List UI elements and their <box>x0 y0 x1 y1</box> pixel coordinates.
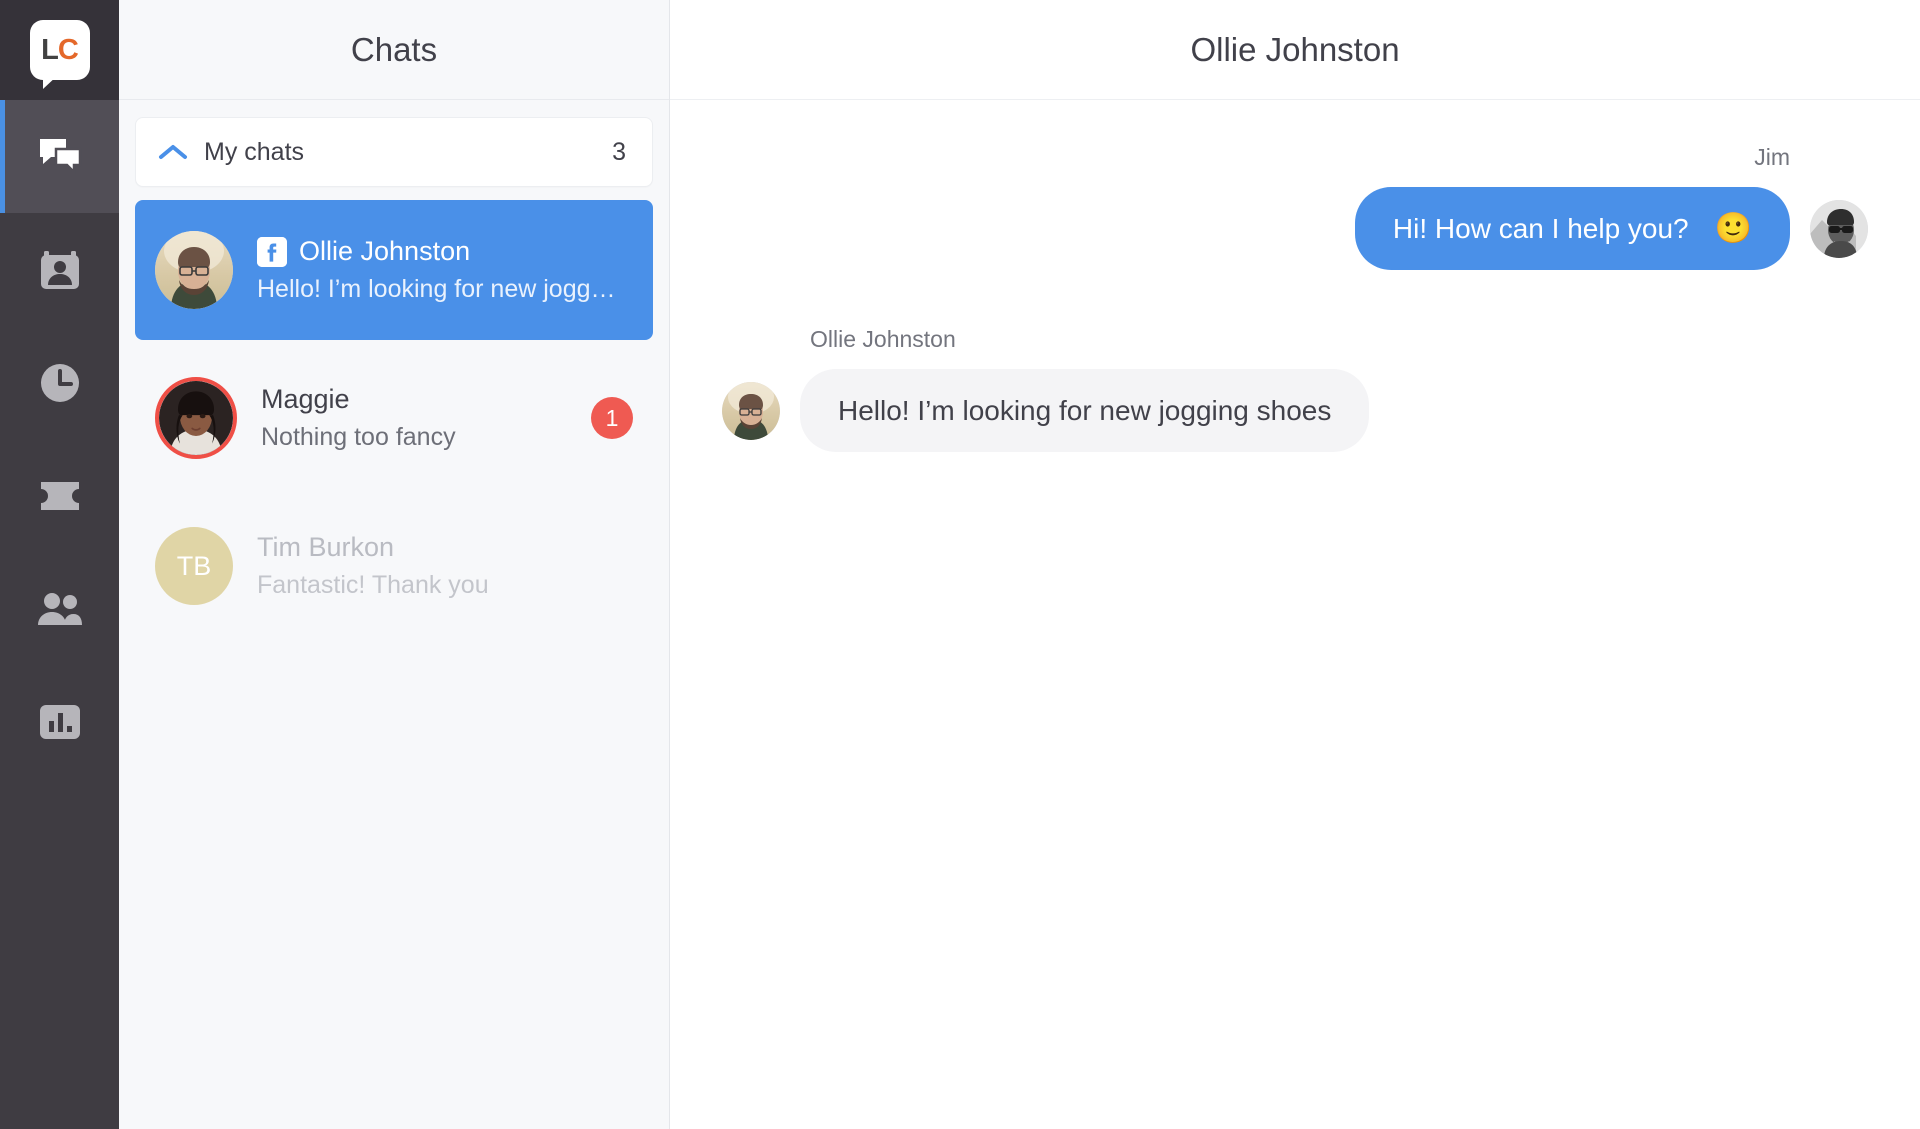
chat-item-name: Ollie Johnston <box>299 236 471 266</box>
logo-speech-bubble-icon: LC <box>29 20 90 89</box>
primary-nav-rail: LC <box>0 0 119 1129</box>
facebook-icon <box>257 236 287 267</box>
chat-item-name: Tim Burkon <box>257 532 395 562</box>
avatar-initials: TB <box>176 550 212 581</box>
message-author: Jim <box>1754 144 1790 170</box>
chats-icon <box>38 137 82 177</box>
message-line: Hi! How can I help you? 🙂 <box>1354 187 1868 270</box>
sidebar-item-chats[interactable] <box>0 100 119 213</box>
my-chats-label: My chats <box>204 137 305 166</box>
avatar <box>722 381 780 440</box>
logo-letter-l: L <box>41 33 59 66</box>
message-list: Jim Hi! How can I help you? 🙂 Ollie John… <box>670 100 1920 1129</box>
app-root: LC Chats My chats 3 Ollie Johnston Hello… <box>0 0 1920 1129</box>
avatar-photo-ollie <box>155 231 233 309</box>
avatar <box>1810 199 1868 258</box>
smiley-emoji-icon: 🙂 <box>1714 211 1752 245</box>
sidebar-item-archives[interactable] <box>0 213 119 326</box>
message-bubble-outgoing[interactable]: Hi! How can I help you? 🙂 <box>1354 187 1790 270</box>
my-chats-group-header[interactable]: My chats 3 <box>135 117 653 187</box>
chat-list-body: My chats 3 Ollie Johnston Hello! I’m loo… <box>119 100 669 1129</box>
unread-badge: 1 <box>591 397 633 439</box>
avatar: TB <box>155 527 233 605</box>
my-chats-count: 3 <box>612 137 626 166</box>
chat-list-item-maggie[interactable]: Maggie Nothing too fancy 1 <box>135 348 653 488</box>
ticket-icon <box>38 479 82 513</box>
sidebar-item-reports[interactable] <box>0 665 119 778</box>
archives-contact-card-icon <box>39 249 81 291</box>
chat-item-preview: Hello! I’m looking for new jogg… <box>257 275 616 303</box>
message-text: Hi! How can I help you? <box>1392 213 1689 244</box>
chat-list: Ollie Johnston Hello! I’m looking for ne… <box>119 200 669 636</box>
page-title: Chats <box>350 30 438 68</box>
avatar-photo-ollie <box>722 381 780 440</box>
chat-item-preview: Fantastic! Thank you <box>257 571 489 599</box>
chat-list-item-tim-burkon[interactable]: TB Tim Burkon Fantastic! Thank you <box>135 496 653 636</box>
chat-item-texts: Maggie Nothing too fancy <box>261 384 579 452</box>
conversation-header: Ollie Johnston <box>670 0 1920 100</box>
message-text: Hello! I’m looking for new jogging shoes <box>838 395 1332 426</box>
message-line: Hello! I’m looking for new jogging shoes <box>722 369 1370 452</box>
chat-list-panel: Chats My chats 3 Ollie Johnston Hello! I… <box>119 0 670 1129</box>
chat-list-item-ollie-johnston[interactable]: Ollie Johnston Hello! I’m looking for ne… <box>135 200 653 340</box>
chat-item-name-line: Ollie Johnston <box>257 236 633 267</box>
clock-history-icon <box>39 362 81 404</box>
message-bubble-incoming[interactable]: Hello! I’m looking for new jogging shoes <box>800 369 1370 452</box>
chat-item-name: Maggie <box>261 384 350 414</box>
team-people-icon <box>37 592 83 626</box>
avatar <box>155 377 237 459</box>
sidebar-item-team[interactable] <box>0 552 119 665</box>
avatar-photo-jim <box>1810 199 1868 258</box>
message-author: Ollie Johnston <box>810 326 956 352</box>
sidebar-item-tickets[interactable] <box>0 439 119 552</box>
avatar <box>155 231 233 309</box>
chat-item-texts: Ollie Johnston Hello! I’m looking for ne… <box>257 236 633 304</box>
chat-item-texts: Tim Burkon Fantastic! Thank you <box>257 532 633 600</box>
chat-item-preview: Nothing too fancy <box>261 423 456 451</box>
chat-item-name-line: Maggie <box>261 384 579 415</box>
chat-item-name-line: Tim Burkon <box>257 532 633 563</box>
bar-chart-reports-icon <box>39 704 81 740</box>
conversation-title: Ollie Johnston <box>1190 30 1400 68</box>
livechat-logo[interactable]: LC <box>0 0 119 100</box>
message-group-incoming: Ollie Johnston Hello! I’m looking for ne… <box>722 326 1868 452</box>
sidebar-item-history[interactable] <box>0 326 119 439</box>
message-group-outgoing: Jim Hi! How can I help you? 🙂 <box>722 144 1868 270</box>
conversation-panel: Ollie Johnston Jim Hi! How can I help yo… <box>670 0 1920 1129</box>
avatar-photo-maggie <box>159 381 233 455</box>
logo-letter-c: C <box>57 33 79 66</box>
chat-list-header: Chats <box>119 0 669 100</box>
chevron-up-icon[interactable] <box>158 143 188 161</box>
